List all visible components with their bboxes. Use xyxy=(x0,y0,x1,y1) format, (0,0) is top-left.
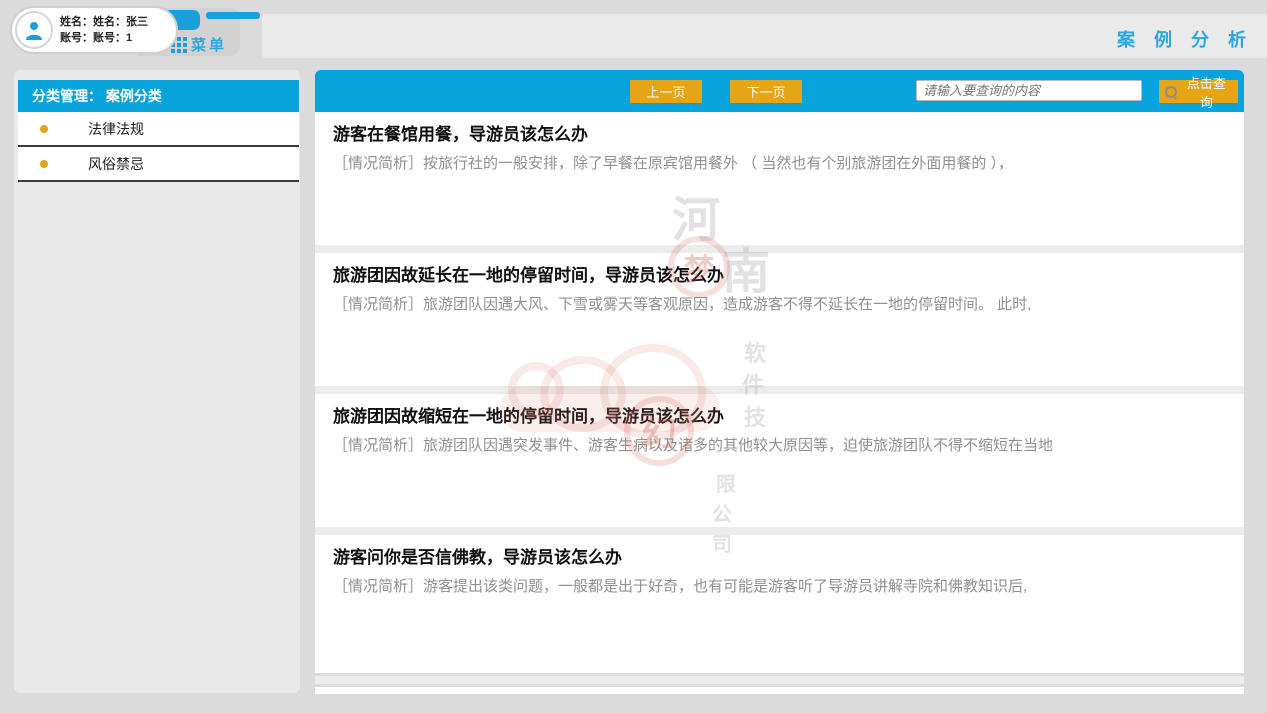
case-panel: 上一页 下一页 点击查询 游客在餐馆用餐，导游员该怎么办 ［情况简析］按旅行社的一… xyxy=(315,70,1244,673)
case-divider xyxy=(315,386,1244,394)
category-list: 法律法规风俗禁忌 xyxy=(18,112,299,182)
case-item[interactable]: 游客问你是否信佛教，导游员该怎么办 ［情况简析］游客提出该类问题，一般都是出于好奇… xyxy=(315,535,1244,668)
case-toolbar: 上一页 下一页 点击查询 xyxy=(315,70,1244,112)
tab-bar-decoration xyxy=(206,12,260,19)
sidebar-category-item[interactable]: 法律法规 xyxy=(18,112,299,147)
case-title[interactable]: 游客问你是否信佛教，导游员该怎么办 xyxy=(333,545,1224,571)
app-window: 案 例 分 析 姓名：姓名：张三 账号：账号：1 菜单 分类管理： 案例分类 法… xyxy=(0,0,1267,713)
search-icon xyxy=(1165,86,1176,97)
case-summary: ［情况简析］按旅行社的一般安排，除了早餐在原宾馆用餐外 （ 当然也有个别旅游团在… xyxy=(333,153,1224,175)
case-item[interactable]: 游客在餐馆用餐，导游员该怎么办 ［情况简析］按旅行社的一般安排，除了早餐在原宾馆用… xyxy=(315,112,1244,245)
prev-page-button[interactable]: 上一页 xyxy=(630,80,702,103)
case-title[interactable]: 旅游团因故缩短在一地的停留时间，导游员该怎么办 xyxy=(333,404,1224,430)
user-name: 姓名：姓名：张三 xyxy=(60,14,148,30)
category-label: 法律法规 xyxy=(88,119,144,139)
case-list: 游客在餐馆用餐，导游员该怎么办 ［情况简析］按旅行社的一般安排，除了早餐在原宾馆用… xyxy=(315,112,1244,668)
bullet-icon xyxy=(40,160,48,168)
user-account: 账号：账号：1 xyxy=(60,30,148,46)
search-button[interactable]: 点击查询 xyxy=(1159,80,1238,103)
sidebar-title: 分类管理： 案例分类 xyxy=(18,80,299,112)
case-title[interactable]: 游客在餐馆用餐，导游员该怎么办 xyxy=(333,122,1224,148)
page-title: 案 例 分 析 xyxy=(1117,26,1253,52)
case-item[interactable]: 旅游团因故缩短在一地的停留时间，导游员该怎么办 ［情况简析］旅游团队因遇突发事件、… xyxy=(315,394,1244,527)
user-avatar-icon xyxy=(15,11,53,49)
user-info-card: 姓名：姓名：张三 账号：账号：1 xyxy=(10,6,178,54)
bullet-icon xyxy=(40,125,48,133)
sidebar-category-item[interactable]: 风俗禁忌 xyxy=(18,147,299,182)
case-summary: ［情况简析］游客提出该类问题，一般都是出于好奇，也有可能是游客听了导游员讲解寺院… xyxy=(333,576,1224,598)
category-sidebar: 分类管理： 案例分类 法律法规风俗禁忌 xyxy=(14,70,300,693)
case-item[interactable]: 旅游团因故延长在一地的停留时间，导游员该怎么办 ［情况简析］旅游团队因遇大风、下雪… xyxy=(315,253,1244,386)
case-divider xyxy=(315,245,1244,253)
case-summary: ［情况简析］旅游团队因遇大风、下雪或雾天等客观原因，造成游客不得不延长在一地的停… xyxy=(333,294,1224,316)
case-divider xyxy=(315,527,1244,535)
menu-label: 菜单 xyxy=(191,34,227,55)
search-input[interactable] xyxy=(916,80,1142,101)
category-label: 风俗禁忌 xyxy=(88,154,144,174)
case-title[interactable]: 旅游团因故延长在一地的停留时间，导游员该怎么办 xyxy=(333,263,1224,289)
case-summary: ［情况简析］旅游团队因遇突发事件、游客生病以及诸多的其他较大原因等，迫使旅游团队… xyxy=(333,435,1224,457)
search-button-label: 点击查询 xyxy=(1181,73,1232,111)
next-page-button[interactable]: 下一页 xyxy=(730,80,802,103)
next-row-partial xyxy=(315,687,1244,694)
next-row-divider xyxy=(315,676,1244,684)
